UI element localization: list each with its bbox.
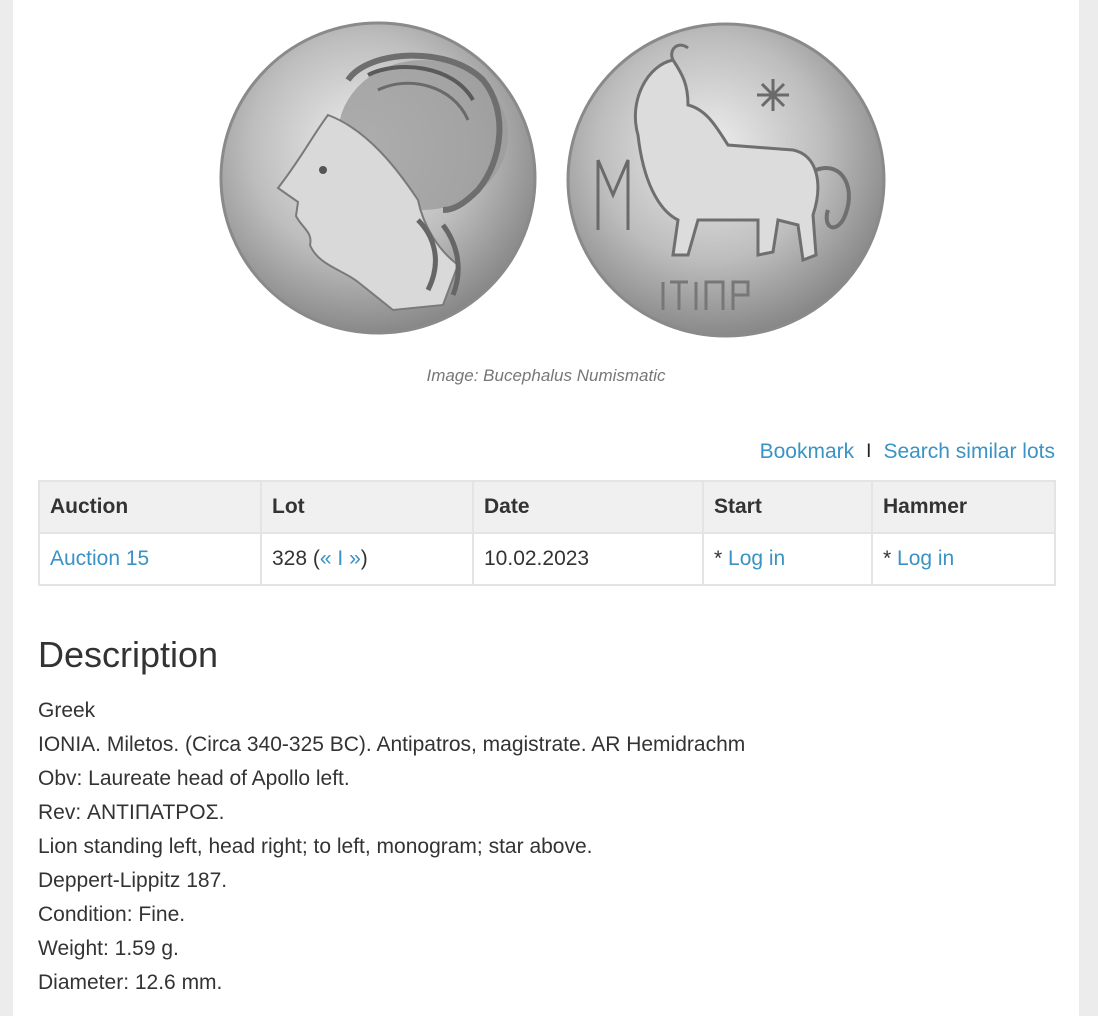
- description-line: IONIA. Miletos. (Circa 340-325 BC). Anti…: [38, 733, 746, 756]
- lot-page: Image: Bucephalus Numismatic Bookmark I …: [13, 0, 1079, 1016]
- search-similar-lots-link[interactable]: Search similar lots: [883, 440, 1055, 464]
- lot-actions: Bookmark I Search similar lots: [760, 440, 1055, 464]
- description-line: Weight: 1.59 g.: [38, 937, 179, 960]
- hammer-login-link[interactable]: Log in: [897, 547, 954, 570]
- previous-lot-link[interactable]: «: [320, 547, 332, 570]
- auction-cell: Auction 15: [38, 532, 262, 586]
- bookmark-link[interactable]: Bookmark: [760, 440, 855, 464]
- description-line: Diameter: 12.6 mm.: [38, 971, 223, 994]
- coin-obverse-icon: [219, 21, 537, 335]
- description-line: Condition: Fine.: [38, 903, 186, 926]
- hammer-cell: * Log in: [871, 532, 1056, 586]
- column-header-date: Date: [472, 480, 704, 534]
- start-cell: * Log in: [702, 532, 873, 586]
- start-login-link[interactable]: Log in: [728, 547, 785, 570]
- description-line: Deppert-Lippitz 187.: [38, 869, 228, 892]
- table-row: Auction 15 328 (« I ») 10.02.2023 * Log …: [38, 532, 1056, 586]
- lot-close-paren: ): [360, 547, 368, 570]
- description-line: Greek: [38, 699, 96, 722]
- coin-image-area: Image: Bucephalus Numismatic: [13, 0, 1079, 400]
- date-cell: 10.02.2023: [472, 532, 704, 586]
- coin-photo[interactable]: [218, 20, 888, 340]
- lot-info-table: Auction Lot Date Start Hammer Auction 15…: [38, 480, 1056, 586]
- description-line: Obv: Laureate head of Apollo left.: [38, 767, 350, 790]
- column-header-auction: Auction: [38, 480, 262, 534]
- column-header-lot: Lot: [260, 480, 474, 534]
- coin-reverse-icon: [566, 22, 886, 338]
- lot-number: 328 (: [272, 547, 320, 570]
- hammer-asterisk: *: [883, 547, 898, 570]
- auction-link[interactable]: Auction 15: [50, 547, 149, 570]
- description-line: Lion standing left, head right; to left,…: [38, 835, 593, 858]
- lot-nav-separator: I: [331, 547, 350, 570]
- image-caption: Image: Bucephalus Numismatic: [426, 366, 666, 385]
- table-header-row: Auction Lot Date Start Hammer: [38, 480, 1056, 534]
- actions-separator: I: [866, 441, 872, 462]
- description-text: Greek IONIA. Miletos. (Circa 340-325 BC)…: [38, 694, 745, 1000]
- column-header-hammer: Hammer: [871, 480, 1056, 534]
- description-line: Rev: ΑΝΤΙΠΑΤΡΟΣ.: [38, 801, 225, 824]
- next-lot-link[interactable]: »: [349, 547, 361, 570]
- column-header-start: Start: [702, 480, 873, 534]
- lot-cell: 328 (« I »): [260, 532, 474, 586]
- description-heading: Description: [38, 634, 219, 675]
- start-asterisk: *: [714, 547, 729, 570]
